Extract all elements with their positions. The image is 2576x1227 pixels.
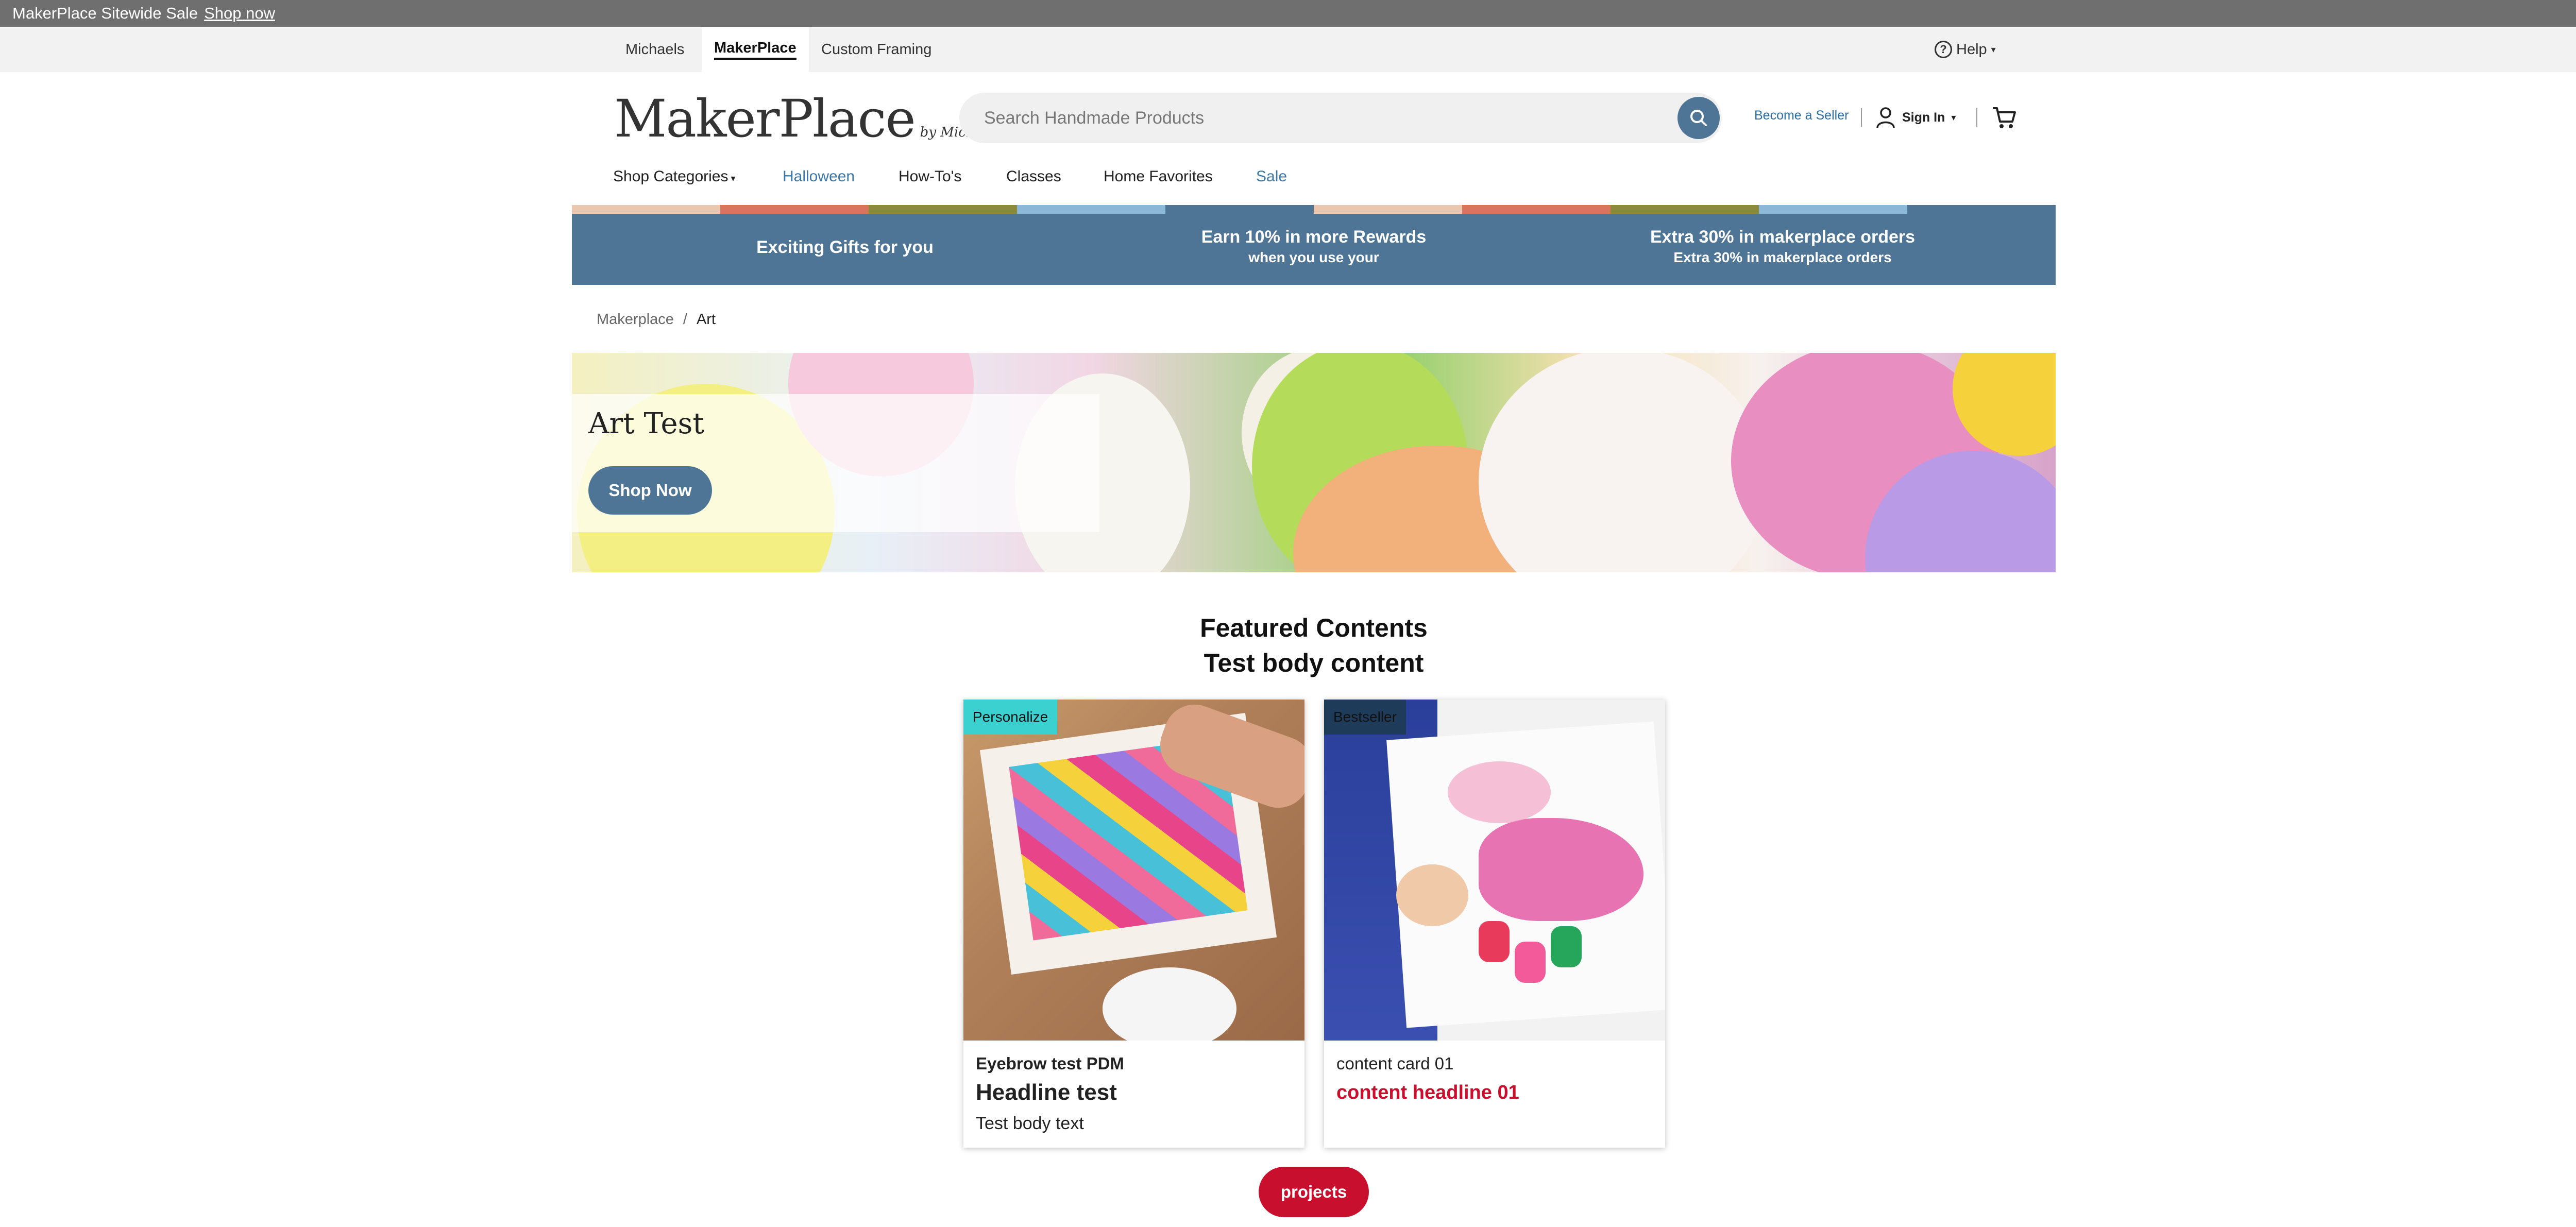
makerplace-logo[interactable]: MakerPlace by Michaels [614,89,1002,149]
caret-down-icon: ▾ [1951,112,1956,123]
card-headline: Headline test [976,1080,1117,1105]
projects-button[interactable]: projects [1259,1167,1369,1217]
promo-banner: Exciting Gifts for you Earn 10% in more … [572,214,2056,285]
question-circle-icon: ? [1935,41,1952,58]
nav-home-favorites[interactable]: Home Favorites [1104,168,1213,185]
sign-in-menu[interactable]: Sign In ▾ [1875,103,1956,132]
search-icon [1690,110,1707,126]
tab-michaels[interactable]: Michaels [616,27,693,72]
promo-rewards-sub: when you use your [1248,249,1379,265]
card-headline: content headline 01 [1336,1082,1519,1103]
logo-wordmark: MakerPlace [614,89,916,149]
promo-extra-sub: Extra 30% in makerplace orders [1673,249,1892,265]
promo-gifts[interactable]: Exciting Gifts for you [572,237,1118,258]
announcement-bar: MakerPlace Sitewide Sale Shop now [0,0,2576,27]
search-input[interactable]: Search Handmade Products [959,93,1722,143]
cart-button[interactable] [1992,106,2016,132]
divider [1861,108,1862,127]
announcement-shop-now-link[interactable]: Shop now [204,4,275,23]
breadcrumb-separator: / [683,311,687,328]
nav-halloween[interactable]: Halloween [783,168,855,185]
divider [1976,108,1977,127]
announcement-text: MakerPlace Sitewide Sale [12,4,198,22]
tab-makerplace[interactable]: MakerPlace [702,27,809,72]
user-icon [1876,107,1895,128]
card-eyebrow: content card 01 [1336,1054,1454,1073]
nav-sale[interactable]: Sale [1256,168,1287,185]
content-card[interactable]: Personalize Eyebrow test PDM Headline te… [963,700,1304,1148]
help-label: Help [1956,41,1987,58]
promo-extra-title: Extra 30% in makerplace orders [1650,227,1916,247]
tab-makerplace-label: MakerPlace [714,40,796,60]
badge-bestseller: Bestseller [1324,700,1406,735]
card-image-kids-painting [1324,700,1665,1041]
card-image-painting [963,700,1304,1041]
sign-in-label: Sign In [1902,110,1945,125]
badge-personalize: Personalize [963,700,1058,735]
featured-title: Featured Contents [1200,614,1428,642]
breadcrumb-current: Art [696,311,716,328]
promo-gifts-title: Exciting Gifts for you [756,237,934,257]
breadcrumb-makerplace[interactable]: Makerplace [597,311,674,328]
nav-shop-categories-label: Shop Categories [613,168,728,185]
tab-custom-framing[interactable]: Custom Framing [821,27,931,72]
caret-down-icon: ▾ [728,173,736,183]
nav-how-tos[interactable]: How-To's [899,168,961,185]
caret-down-icon: ▾ [1991,44,1996,55]
shop-now-button[interactable]: Shop Now [588,466,712,515]
promo-rewards[interactable]: Earn 10% in more Rewards when you use yo… [1133,227,1494,266]
help-menu[interactable]: ? Help ▾ [1935,27,1996,72]
breadcrumb: Makerplace / Art [597,311,716,328]
search-button[interactable] [1677,97,1720,139]
card-eyebrow: Eyebrow test PDM [976,1054,1124,1073]
nav-classes[interactable]: Classes [1006,168,1061,185]
featured-subtitle: Test body content [1204,649,1424,677]
search-placeholder: Search Handmade Products [984,108,1205,128]
card-body: Test body text [976,1114,1084,1133]
content-card[interactable]: Bestseller content card 01 content headl… [1324,700,1665,1148]
cart-icon [1993,107,2016,128]
nav-shop-categories[interactable]: Shop Categories ▾ [613,168,736,185]
tab-custom-framing-label: Custom Framing [821,41,932,58]
site-tab-strip [0,27,2576,72]
promo-rewards-title: Earn 10% in more Rewards [1201,227,1427,247]
balloon-shape [1479,353,1767,572]
tab-michaels-label: Michaels [625,41,685,58]
promo-extra[interactable]: Extra 30% in makerplace orders Extra 30%… [1551,227,2014,266]
hero-title: Art Test [588,407,704,440]
become-seller-link[interactable]: Become a Seller [1754,108,1849,123]
